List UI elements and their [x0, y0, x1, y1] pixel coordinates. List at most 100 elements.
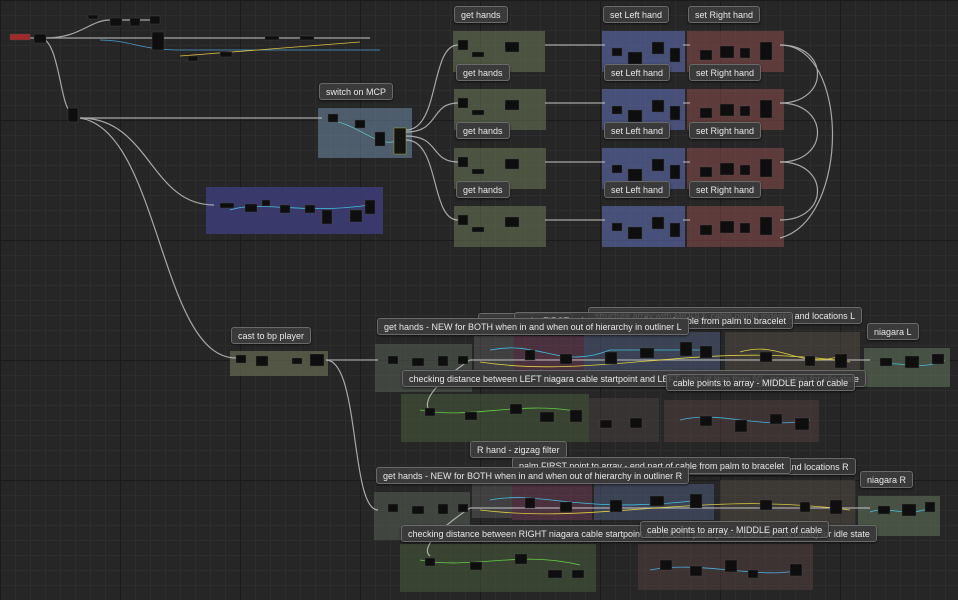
graph-node[interactable]	[669, 164, 681, 180]
graph-node[interactable]	[364, 199, 376, 215]
graph-node[interactable]	[609, 499, 623, 513]
graph-node[interactable]	[387, 503, 399, 513]
graph-node[interactable]	[464, 411, 478, 421]
graph-node[interactable]	[679, 341, 693, 357]
comment-set-right-hand-4[interactable]: set Right hand	[689, 181, 762, 198]
graph-node[interactable]	[304, 204, 316, 214]
comment-get-hands-new-r[interactable]: get hands - NEW for BOTH when in and whe…	[376, 467, 690, 484]
graph-node[interactable]	[457, 39, 469, 51]
graph-node[interactable]	[659, 559, 673, 571]
graph-node[interactable]	[759, 351, 773, 363]
graph-node[interactable]	[374, 131, 386, 147]
graph-node[interactable]	[354, 119, 366, 129]
comment-box-palm-first-l[interactable]	[514, 336, 584, 370]
comment-switch-on-mcp[interactable]: switch on MCP	[319, 83, 394, 100]
graph-node[interactable]	[627, 51, 643, 65]
graph-node[interactable]	[651, 99, 665, 113]
graph-node[interactable]	[611, 47, 623, 57]
graph-node[interactable]	[759, 499, 773, 511]
graph-node[interactable]	[699, 107, 713, 119]
graph-node[interactable]	[559, 353, 573, 365]
graph-node[interactable]	[424, 407, 436, 417]
graph-node[interactable]	[719, 220, 735, 234]
graph-node[interactable]	[471, 109, 485, 116]
graph-node[interactable]	[469, 561, 483, 571]
graph-node[interactable]	[547, 569, 563, 579]
graph-node[interactable]	[569, 409, 583, 423]
graph-node[interactable]	[719, 45, 735, 59]
comment-niagara-l[interactable]: niagara L	[867, 323, 919, 340]
graph-node[interactable]	[291, 357, 303, 365]
graph-node[interactable]	[321, 209, 333, 225]
graph-node[interactable]	[514, 553, 528, 565]
graph-node[interactable]	[457, 97, 469, 109]
graph-node[interactable]	[504, 99, 520, 111]
graph-node[interactable]	[235, 354, 247, 364]
graph-node[interactable]	[627, 226, 643, 240]
graph-node[interactable]	[437, 503, 449, 515]
graph-node[interactable]	[457, 156, 469, 168]
graph-node[interactable]	[524, 349, 536, 361]
graph-node[interactable]	[424, 557, 436, 567]
graph-node[interactable]	[309, 353, 325, 367]
graph-node[interactable]	[87, 14, 99, 20]
graph-node[interactable]	[611, 105, 623, 115]
graph-node[interactable]	[504, 41, 520, 53]
graph-node[interactable]	[279, 204, 291, 214]
graph-node[interactable]	[769, 413, 783, 425]
graph-node[interactable]	[689, 565, 703, 577]
comment-get-hands-3[interactable]: get hands	[456, 122, 510, 139]
graph-node[interactable]	[504, 216, 520, 228]
comment-set-left-hand-3[interactable]: set Left hand	[604, 122, 671, 139]
graph-node[interactable]	[559, 501, 573, 513]
graph-node[interactable]	[651, 158, 665, 172]
graph-node[interactable]	[149, 15, 161, 25]
graph-node[interactable]	[151, 31, 165, 51]
graph-node[interactable]	[699, 345, 713, 359]
comment-box-palm-first-r[interactable]	[512, 484, 592, 520]
graph-node[interactable]	[387, 355, 399, 365]
comment-set-left-hand-1[interactable]: set Left hand	[603, 6, 670, 23]
comment-get-hands-new-l[interactable]: get hands - NEW for BOTH when in and whe…	[377, 318, 689, 335]
graph-node[interactable]	[471, 51, 485, 58]
graph-node[interactable]	[904, 355, 920, 369]
comment-cast-to-bp-player[interactable]: cast to bp player	[231, 327, 312, 344]
graph-node[interactable]	[509, 403, 523, 415]
graph-node[interactable]	[255, 355, 269, 367]
graph-node[interactable]	[719, 103, 735, 117]
graph-node[interactable]	[627, 109, 643, 123]
graph-node[interactable]	[437, 355, 449, 367]
comment-box-l-zigzag[interactable]	[474, 336, 514, 372]
graph-node[interactable]	[261, 199, 271, 207]
graph-node[interactable]	[571, 569, 585, 579]
graph-node[interactable]	[627, 168, 643, 182]
graph-node[interactable]	[457, 214, 469, 226]
graph-node[interactable]	[759, 158, 773, 178]
graph-node[interactable]	[739, 222, 751, 234]
graph-node[interactable]	[327, 113, 339, 123]
graph-node[interactable]	[599, 419, 613, 429]
graph-node[interactable]	[411, 357, 425, 367]
comment-cable-points-middle-l[interactable]: cable points to array - MIDDLE part of c…	[666, 374, 856, 391]
comment-get-hands-1[interactable]: get hands	[454, 6, 508, 23]
graph-node[interactable]	[471, 226, 485, 233]
graph-node[interactable]	[759, 41, 773, 61]
graph-node[interactable]	[669, 105, 681, 121]
graph-node[interactable]	[699, 224, 713, 236]
comment-r-hand-zigzag[interactable]: R hand - zigzag filter	[470, 441, 567, 458]
graph-node[interactable]	[187, 55, 199, 62]
graph-node[interactable]	[651, 41, 665, 55]
graph-node[interactable]	[639, 347, 655, 359]
comment-set-right-hand-1[interactable]: set Right hand	[688, 6, 761, 23]
graph-node[interactable]	[524, 497, 536, 509]
graph-node[interactable]	[651, 216, 665, 230]
graph-node[interactable]	[739, 164, 751, 176]
graph-node[interactable]	[457, 355, 469, 365]
comment-set-left-hand-4[interactable]: set Left hand	[604, 181, 671, 198]
graph-node[interactable]	[219, 51, 233, 58]
graph-node[interactable]	[724, 559, 738, 573]
graph-node[interactable]	[877, 505, 891, 515]
comment-box-get-hands-4[interactable]	[454, 206, 546, 247]
graph-node[interactable]	[539, 411, 555, 423]
blueprint-graph-canvas[interactable]	[0, 0, 958, 600]
